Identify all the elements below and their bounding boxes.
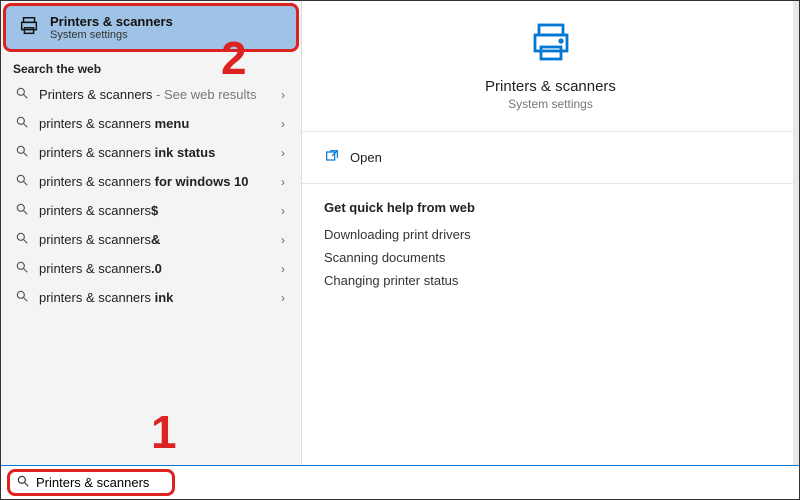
taskbar-search-bar	[1, 465, 799, 499]
best-match-text: Printers & scanners System settings	[50, 14, 173, 41]
search-icon	[15, 202, 29, 219]
suggestion-text: printers & scanners for windows 10	[39, 174, 249, 189]
preview-header: Printers & scanners System settings	[302, 1, 799, 125]
chevron-right-icon: ›	[281, 262, 291, 276]
suggestion-item[interactable]: printers & scanners.0 ›	[1, 254, 301, 283]
search-icon	[15, 86, 29, 103]
best-match-title: Printers & scanners	[50, 14, 173, 29]
search-icon	[15, 231, 29, 248]
suggestion-text: printers & scanners menu	[39, 116, 189, 131]
chevron-right-icon: ›	[281, 88, 291, 102]
suggestion-text: printers & scanners&	[39, 232, 160, 247]
chevron-right-icon: ›	[281, 204, 291, 218]
quick-help-link[interactable]: Changing printer status	[324, 269, 777, 292]
scrollbar[interactable]	[793, 1, 799, 465]
suggestion-item[interactable]: printers & scanners& ›	[1, 225, 301, 254]
web-results-header: Search the web	[1, 52, 301, 80]
best-match-subtitle: System settings	[50, 29, 173, 41]
search-icon	[15, 115, 29, 132]
suggestion-item[interactable]: printers & scanners ink status ›	[1, 138, 301, 167]
suggestion-item[interactable]: printers & scanners$ ›	[1, 196, 301, 225]
quick-help-link[interactable]: Downloading print drivers	[324, 223, 777, 246]
preview-subtitle: System settings	[508, 97, 593, 111]
chevron-right-icon: ›	[281, 146, 291, 160]
suggestion-list: Printers & scanners - See web results›pr…	[1, 80, 301, 312]
quick-help-block: Get quick help from web Downloading prin…	[302, 190, 799, 302]
search-icon	[15, 289, 29, 306]
divider	[302, 183, 799, 184]
search-icon	[16, 474, 30, 491]
search-flyout: Printers & scanners System settings Sear…	[1, 1, 799, 465]
suggestion-item[interactable]: printers & scanners for windows 10 ›	[1, 167, 301, 196]
search-icon	[15, 260, 29, 277]
printer-icon	[18, 15, 40, 40]
results-panel: Printers & scanners System settings Sear…	[1, 1, 301, 465]
open-label: Open	[350, 150, 382, 165]
open-action[interactable]: Open	[302, 138, 799, 177]
quick-help-title: Get quick help from web	[324, 200, 777, 215]
search-input[interactable]	[36, 475, 166, 490]
search-icon	[15, 144, 29, 161]
open-icon	[324, 148, 340, 167]
search-icon	[15, 173, 29, 190]
suggestion-item[interactable]: Printers & scanners - See web results ›	[1, 80, 301, 109]
preview-panel: Printers & scanners System settings Open…	[301, 1, 799, 465]
suggestion-text: printers & scanners$	[39, 203, 158, 218]
chevron-right-icon: ›	[281, 291, 291, 305]
suggestion-text: printers & scanners ink status	[39, 145, 215, 160]
preview-title: Printers & scanners	[485, 78, 616, 95]
best-match-result[interactable]: Printers & scanners System settings	[3, 3, 299, 52]
search-box[interactable]	[7, 469, 175, 496]
suggestion-text: Printers & scanners - See web results	[39, 87, 256, 102]
printer-icon	[527, 19, 575, 70]
chevron-right-icon: ›	[281, 175, 291, 189]
quick-help-link[interactable]: Scanning documents	[324, 246, 777, 269]
suggestion-text: printers & scanners ink	[39, 290, 173, 305]
chevron-right-icon: ›	[281, 233, 291, 247]
chevron-right-icon: ›	[281, 117, 291, 131]
suggestion-text: printers & scanners.0	[39, 261, 162, 276]
suggestion-item[interactable]: printers & scanners menu ›	[1, 109, 301, 138]
suggestion-item[interactable]: printers & scanners ink ›	[1, 283, 301, 312]
divider	[302, 131, 799, 132]
